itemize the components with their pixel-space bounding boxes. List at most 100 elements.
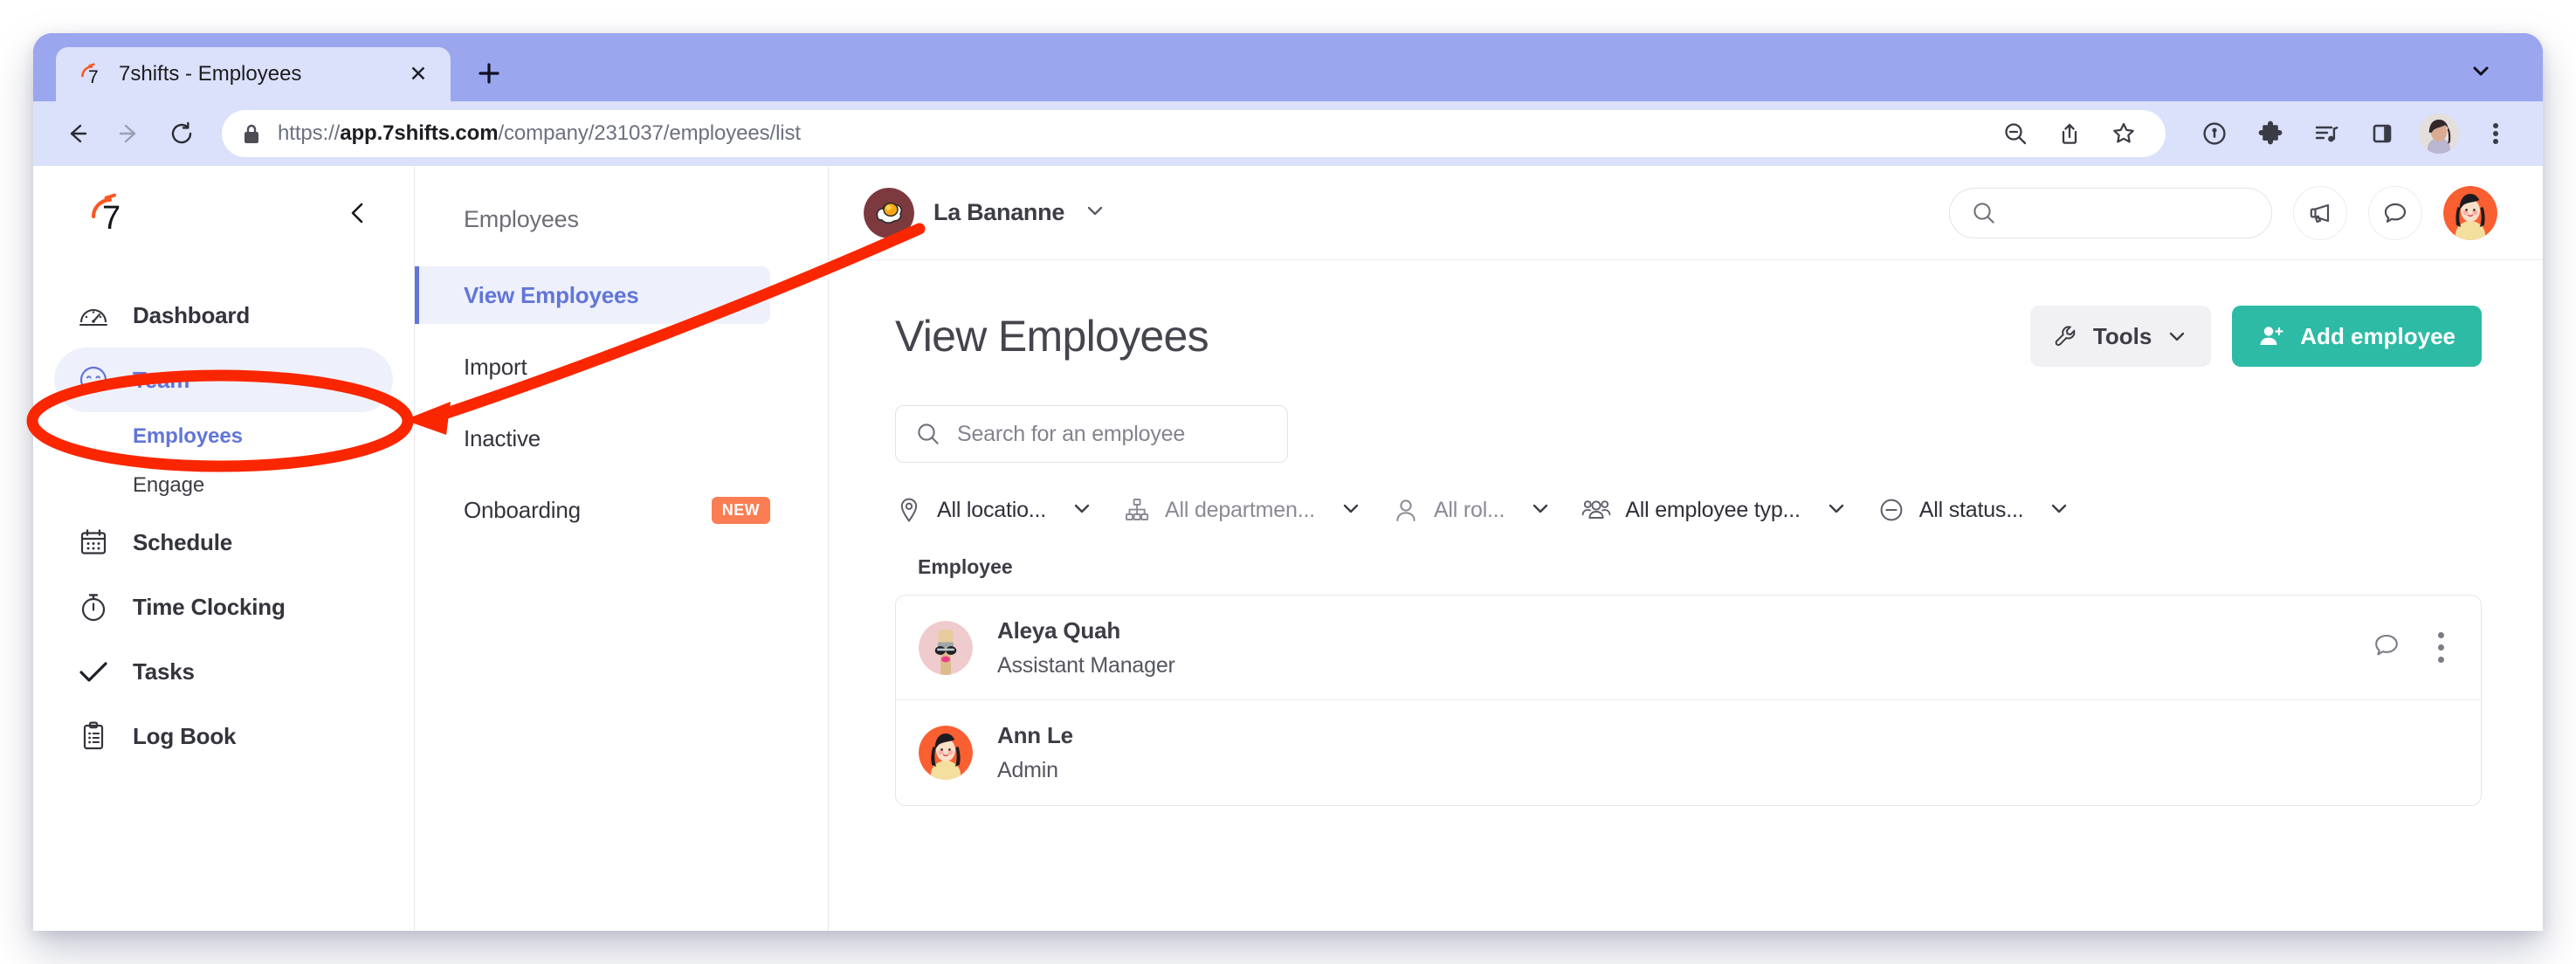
search-icon — [918, 423, 939, 444]
filter-locations[interactable]: All locatio... — [895, 496, 1123, 524]
sidebar-collapse-chevron-left-icon[interactable] — [341, 196, 375, 231]
browser-toolbar: https://app.7shifts.com/company/231037/e… — [33, 101, 2543, 166]
app-header: La Bananne — [829, 166, 2543, 260]
row-actions — [2372, 630, 2453, 664]
global-search-input[interactable] — [1949, 187, 2272, 238]
browser-profile-avatar[interactable] — [2419, 114, 2459, 154]
tools-button[interactable]: Tools — [2029, 306, 2212, 367]
sidebar-subitem-engage[interactable]: Engage — [33, 461, 414, 510]
sevenshifts-favicon-icon: 7 — [79, 61, 105, 87]
minus-circle-icon — [1880, 499, 1903, 521]
browser-tab-title: 7shifts - Employees — [119, 62, 302, 86]
sevenshifts-logo-icon[interactable]: 7 — [86, 189, 134, 238]
zoom-out-icon[interactable] — [1993, 111, 2038, 156]
filter-status[interactable]: All status... — [1877, 496, 2101, 524]
sidebar-item-tasks[interactable]: Tasks — [54, 639, 393, 704]
sidebar-nav: Dashboard Team Employees Engage Schedule — [33, 260, 414, 768]
browser-menu-icon[interactable] — [2471, 109, 2520, 158]
subnav-item-view-employees[interactable]: View Employees — [415, 266, 770, 324]
sidebar-item-schedule[interactable]: Schedule — [54, 510, 393, 575]
tab-list-chevron-down-icon[interactable] — [2466, 56, 2496, 86]
user-avatar[interactable] — [2443, 185, 2497, 240]
org-chart-icon — [1126, 499, 1149, 520]
table-row[interactable]: Ann Le Admin — [896, 700, 2481, 805]
chat-bubble-icon[interactable] — [2372, 630, 2401, 664]
sidebar-subitem-employees[interactable]: Employees — [33, 412, 414, 461]
chevron-down-icon[interactable] — [1071, 497, 1093, 524]
sidebar-item-dashboard[interactable]: Dashboard — [54, 283, 393, 348]
avatar — [919, 726, 973, 780]
filter-employee-types[interactable]: All employee typ... — [1581, 496, 1877, 524]
back-button[interactable] — [52, 109, 101, 158]
employee-role: Assistant Manager — [997, 652, 1175, 678]
avatar — [919, 620, 973, 675]
bookmark-star-icon[interactable] — [2101, 111, 2146, 156]
chevron-down-icon[interactable] — [2048, 497, 2070, 524]
svg-text:7: 7 — [88, 67, 99, 87]
extensions-puzzle-icon[interactable] — [2246, 109, 2295, 158]
filter-label: All locatio... — [937, 497, 1047, 522]
address-bar[interactable]: https://app.7shifts.com/company/231037/e… — [222, 110, 2166, 157]
megaphone-icon — [2310, 203, 2330, 223]
subnav-item-label: Import — [464, 353, 527, 380]
person-plus-icon — [2260, 327, 2283, 345]
sidebar-item-label: Team — [133, 366, 190, 393]
sidebar-item-label: Log Book — [133, 722, 237, 749]
chevron-down-icon[interactable] — [1340, 497, 1362, 524]
lock-icon — [241, 122, 262, 145]
forward-button[interactable] — [105, 109, 154, 158]
announcements-button[interactable] — [2293, 185, 2347, 240]
close-icon[interactable]: ✕ — [405, 61, 431, 87]
sidebar-item-label: Tasks — [133, 658, 195, 685]
filter-roles[interactable]: All rol... — [1392, 496, 1581, 524]
address-bar-url: https://app.7shifts.com/company/231037/e… — [278, 121, 802, 145]
app-header-actions — [1949, 185, 2497, 240]
search-icon — [1973, 202, 1994, 224]
filter-label: All status... — [1918, 497, 2024, 522]
company-avatar — [864, 187, 914, 238]
share-icon[interactable] — [2047, 111, 2092, 156]
chevron-down-icon[interactable] — [1529, 497, 1552, 524]
sidebar-item-log-book[interactable]: Log Book — [54, 704, 393, 768]
new-badge: NEW — [711, 496, 770, 524]
people-group-icon — [1581, 500, 1611, 519]
subnav-item-inactive[interactable]: Inactive — [415, 410, 770, 467]
add-employee-button[interactable]: Add employee — [2232, 306, 2482, 367]
content-header: View Employees Tools Add employee — [895, 306, 2482, 367]
table-row[interactable]: Aleya Quah Assistant Manager — [896, 596, 2481, 700]
subnav-item-import[interactable]: Import — [415, 338, 770, 396]
tools-button-label: Tools — [2092, 322, 2152, 349]
chat-button[interactable] — [2368, 185, 2422, 240]
wrench-icon — [2055, 326, 2076, 347]
reload-button[interactable] — [157, 109, 206, 158]
sidebar-item-team[interactable]: Team — [54, 348, 393, 412]
subnav-item-label: Onboarding — [464, 496, 581, 523]
chevron-down-icon[interactable] — [1825, 497, 1848, 524]
svg-text:7: 7 — [102, 200, 121, 237]
main-content: View Employees Tools Add employee Search… — [829, 260, 2543, 931]
filter-label: All employee typ... — [1625, 497, 1801, 522]
browser-extension-area — [2181, 109, 2520, 158]
sidebar-item-time-clocking[interactable]: Time Clocking — [54, 575, 393, 639]
company-chevron-down-icon[interactable] — [1084, 199, 1106, 226]
subnav-item-label: Inactive — [464, 424, 541, 451]
browser-tab[interactable]: 7 7shifts - Employees ✕ — [56, 47, 451, 101]
media-playlist-icon[interactable] — [2302, 109, 2351, 158]
secondary-nav: Employees View Employees Import Inactive… — [415, 166, 829, 931]
omnibox-actions — [1993, 111, 2146, 156]
browser-tab-strip: 7 7shifts - Employees ✕ — [33, 33, 2543, 101]
calendar-icon — [77, 527, 110, 558]
row-more-menu-icon[interactable] — [2429, 632, 2453, 663]
content-header-actions: Tools Add employee — [2029, 306, 2482, 367]
company-name: La Bananne — [933, 199, 1065, 225]
sidebar-item-label: Schedule — [133, 528, 232, 555]
password-manager-icon[interactable] — [2190, 109, 2239, 158]
new-tab-button[interactable] — [465, 49, 513, 98]
filter-departments[interactable]: All departmen... — [1123, 496, 1392, 524]
employee-search-input[interactable]: Search for an employee — [895, 405, 1288, 463]
side-panel-icon[interactable] — [2358, 109, 2407, 158]
filter-label: All rol... — [1433, 497, 1505, 522]
company-selector[interactable]: La Bananne — [864, 187, 1106, 238]
employee-name: Aleya Quah — [997, 616, 1121, 644]
subnav-item-onboarding[interactable]: Onboarding NEW — [415, 481, 770, 539]
